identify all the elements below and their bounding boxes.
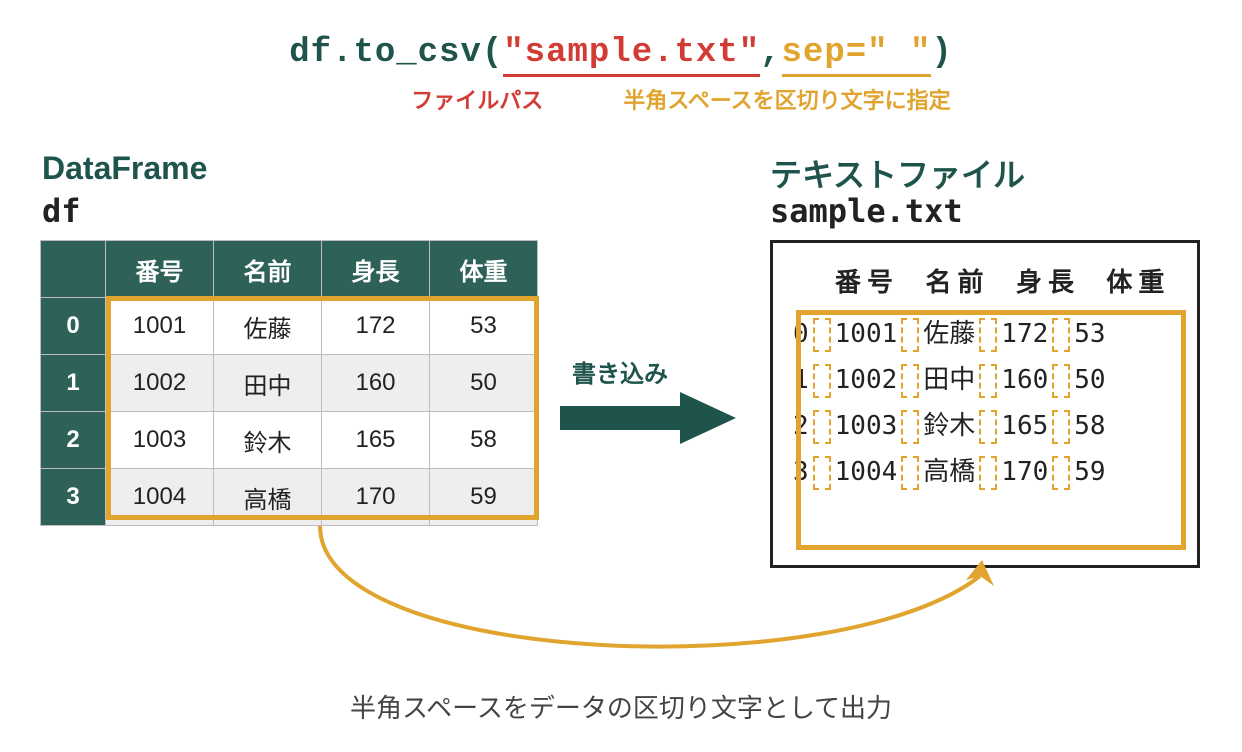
code-prefix: df.to_csv( <box>289 34 503 72</box>
table-cell: 50 <box>430 355 538 412</box>
space-separator-icon <box>813 456 831 490</box>
table-cell: 58 <box>430 412 538 469</box>
code-arg-sep: sep=" " <box>782 34 932 77</box>
table-index: 2 <box>41 412 106 469</box>
textfile-token: 160 <box>1001 365 1048 395</box>
table-cell: 1001 <box>106 298 214 355</box>
space-separator-icon <box>901 456 919 490</box>
space-separator-icon <box>979 318 997 352</box>
textfile-token: 58 <box>1074 411 1105 441</box>
space-separator-icon <box>1052 364 1070 398</box>
table-header: 体重 <box>430 241 538 298</box>
table-corner-cell <box>41 241 106 298</box>
code-arg-filepath: "sample.txt" <box>503 34 760 77</box>
dataframe-table: 番号 名前 身長 体重 0 1001 佐藤 172 53 1 1002 田中 1… <box>40 240 538 526</box>
textfile-token: 佐藤 <box>923 319 975 349</box>
textfile-title: テキストファイル <box>770 150 1025 196</box>
table-cell: 53 <box>430 298 538 355</box>
space-separator-icon <box>1052 410 1070 444</box>
table-cell: 高橋 <box>214 469 322 526</box>
table-cell: 170 <box>322 469 430 526</box>
arrow-right-icon <box>560 388 740 448</box>
table-cell: 鈴木 <box>214 412 322 469</box>
table-index: 3 <box>41 469 106 526</box>
space-separator-icon <box>901 318 919 352</box>
bottom-caption: 半角スペースをデータの区切り文字として出力 <box>0 688 1242 725</box>
textfile-header: 名前 <box>925 267 989 297</box>
textfile-row: 1 1002 田中 160 50 <box>793 357 1177 403</box>
textfile-header: 体重 <box>1106 267 1170 297</box>
textfile-token: 1003 <box>835 411 898 441</box>
textfile-row: 3 1004 高橋 170 59 <box>793 449 1177 495</box>
space-separator-icon <box>1052 318 1070 352</box>
textfile-token: 165 <box>1001 411 1048 441</box>
dataframe-title: DataFrame <box>42 150 207 187</box>
table-header-row: 番号 名前 身長 体重 <box>41 241 538 298</box>
textfile-token: 172 <box>1001 319 1048 349</box>
code-annotations: ファイルパス 半角スペースを区切り文字に指定 <box>40 83 1202 115</box>
table-row: 2 1003 鈴木 165 58 <box>41 412 538 469</box>
table-cell: 172 <box>322 298 430 355</box>
table-header: 身長 <box>322 241 430 298</box>
textfile-token: 0 <box>793 319 809 349</box>
arrow-label: 書き込み <box>572 354 668 389</box>
space-separator-icon <box>979 456 997 490</box>
table-cell: 1002 <box>106 355 214 412</box>
space-separator-icon <box>979 410 997 444</box>
textfile-box: 番号 名前 身長 体重 0 1001 佐藤 172 53 1 1002 田中 160 50 2 100… <box>770 240 1200 568</box>
space-separator-icon <box>813 318 831 352</box>
dataframe-varname: df <box>42 192 81 230</box>
table-cell: 田中 <box>214 355 322 412</box>
code-suffix: ) <box>931 34 952 72</box>
annotation-sep: 半角スペースを区切り文字に指定 <box>623 83 950 115</box>
textfile-token: 1 <box>793 365 809 395</box>
textfile-header-row: 番号 名前 身長 体重 <box>835 259 1177 305</box>
table-cell: 佐藤 <box>214 298 322 355</box>
textfile-token: 1004 <box>835 457 898 487</box>
textfile-row: 0 1001 佐藤 172 53 <box>793 311 1177 357</box>
table-index: 1 <box>41 355 106 412</box>
textfile-header: 身長 <box>1016 267 1080 297</box>
annotation-filepath: ファイルパス <box>411 83 543 115</box>
textfile-token: 50 <box>1074 365 1105 395</box>
textfile-token: 2 <box>793 411 809 441</box>
code-comma: , <box>760 34 781 72</box>
table-cell: 59 <box>430 469 538 526</box>
textfile-header: 番号 <box>835 267 899 297</box>
table-cell: 160 <box>322 355 430 412</box>
textfile-token: 1001 <box>835 319 898 349</box>
textfile-name: sample.txt <box>770 192 963 230</box>
space-separator-icon <box>1052 456 1070 490</box>
table-row: 0 1001 佐藤 172 53 <box>41 298 538 355</box>
textfile-row: 2 1003 鈴木 165 58 <box>793 403 1177 449</box>
table-row: 1 1002 田中 160 50 <box>41 355 538 412</box>
space-separator-icon <box>901 410 919 444</box>
space-separator-icon <box>901 364 919 398</box>
textfile-token: 田中 <box>923 365 975 395</box>
textfile-token: 1002 <box>835 365 898 395</box>
textfile-token: 59 <box>1074 457 1105 487</box>
table-cell: 1004 <box>106 469 214 526</box>
table-header: 番号 <box>106 241 214 298</box>
space-separator-icon <box>979 364 997 398</box>
textfile-token: 3 <box>793 457 809 487</box>
table-header: 名前 <box>214 241 322 298</box>
textfile-token: 鈴木 <box>923 411 975 441</box>
space-separator-icon <box>813 410 831 444</box>
textfile-token: 170 <box>1001 457 1048 487</box>
space-separator-icon <box>813 364 831 398</box>
textfile-token: 高橋 <box>923 457 975 487</box>
textfile-token: 53 <box>1074 319 1105 349</box>
table-cell: 1003 <box>106 412 214 469</box>
table-index: 0 <box>41 298 106 355</box>
table-row: 3 1004 高橋 170 59 <box>41 469 538 526</box>
table-cell: 165 <box>322 412 430 469</box>
code-line: df.to_csv("sample.txt", sep=" ") <box>40 34 1202 77</box>
